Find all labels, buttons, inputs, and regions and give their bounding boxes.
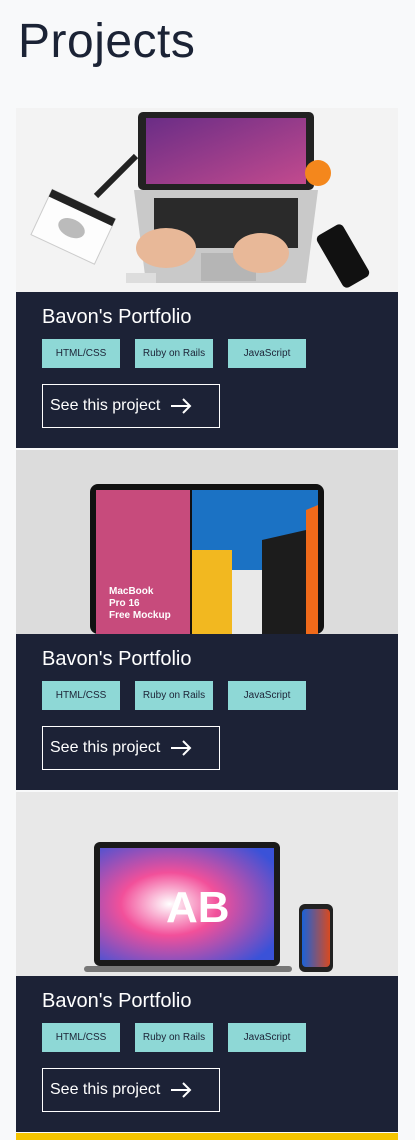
project-title: Bavon's Portfolio [42,648,192,670]
laptop-phone-mockup-icon: AB [16,792,398,976]
tag-badge: Ruby on Rails [135,681,213,710]
tag-badge: Ruby on Rails [135,1023,213,1052]
project-title: Bavon's Portfolio [42,990,192,1012]
tag-badge: JavaScript [228,339,306,368]
see-project-label: See this project [50,397,161,414]
project-image: AB [16,792,398,976]
tag-badge: Ruby on Rails [135,339,213,368]
see-project-label: See this project [50,739,161,756]
see-project-button[interactable]: See this project [42,726,220,770]
tag-badge: HTML/CSS [42,339,120,368]
project-image [16,108,398,292]
tag-list: HTML/CSS Ruby on Rails JavaScript [42,1023,372,1052]
project-card: AB Bavon's Portfolio HTML/CSS Ruby on Ra… [16,792,398,1132]
tag-badge: HTML/CSS [42,1023,120,1052]
tag-badge: HTML/CSS [42,681,120,710]
tag-list: HTML/CSS Ruby on Rails JavaScript [42,681,372,710]
svg-text:AB: AB [166,883,230,932]
project-card: Bavon's Portfolio HTML/CSS Ruby on Rails… [16,108,398,448]
tag-badge: JavaScript [228,1023,306,1052]
see-project-label: See this project [50,1081,161,1098]
mockup-label: Free Mockup [109,610,171,621]
project-card: MacBook Pro 16 Free Mockup Bavon's Portf… [16,450,398,790]
tag-badge: JavaScript [228,681,306,710]
macbook-mockup-icon [16,450,398,634]
arrow-right-icon [171,740,192,756]
next-project-image-edge [16,1133,398,1140]
arrow-right-icon [171,1082,192,1098]
mockup-label: MacBook [109,586,154,597]
page-title: Projects [18,15,196,68]
project-image: MacBook Pro 16 Free Mockup [16,450,398,634]
see-project-button[interactable]: See this project [42,384,220,428]
laptop-desk-photo-icon [16,108,398,292]
project-title: Bavon's Portfolio [42,306,192,328]
tag-list: HTML/CSS Ruby on Rails JavaScript [42,339,372,368]
arrow-right-icon [171,398,192,414]
see-project-button[interactable]: See this project [42,1068,220,1112]
mockup-label: Pro 16 [109,598,140,609]
